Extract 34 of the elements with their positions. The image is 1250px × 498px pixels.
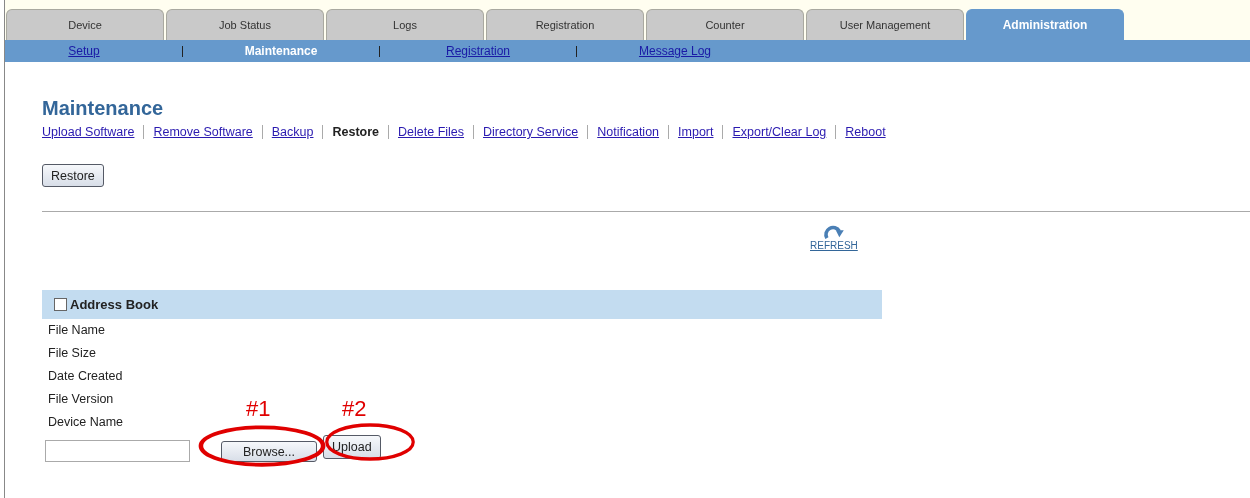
annotation-label: #1 <box>246 398 271 420</box>
field-label: File Version <box>48 391 114 408</box>
browse-button[interactable]: Browse... <box>221 441 317 462</box>
subnav-link[interactable]: Registration <box>398 44 558 58</box>
page-title: Maintenance <box>42 96 165 121</box>
refresh-link[interactable]: REFRESH <box>810 240 858 251</box>
section-link[interactable]: Import <box>678 125 714 139</box>
nav-tab[interactable]: Job Status <box>166 9 324 40</box>
section-link[interactable]: Backup <box>271 125 314 139</box>
nav-tab[interactable]: Device <box>6 9 164 40</box>
field-label: Device Name <box>48 414 124 431</box>
file-path-field[interactable] <box>45 440 190 462</box>
section-title: Address Book <box>70 297 159 312</box>
section-link[interactable]: Directory Service <box>483 125 579 139</box>
subnav-link[interactable]: Setup <box>5 44 164 58</box>
field-label: File Name <box>48 322 105 339</box>
restore-button[interactable]: Restore <box>42 164 104 187</box>
section-link[interactable]: Restore <box>332 125 380 139</box>
nav-tab[interactable]: User Management <box>806 9 964 40</box>
field-label: Date Created <box>48 368 123 385</box>
section-link[interactable]: Notification <box>597 125 660 139</box>
section-link[interactable]: Delete Files <box>398 125 465 139</box>
refresh-icon[interactable] <box>822 224 845 240</box>
annotation-label: #2 <box>342 398 367 420</box>
section-link[interactable]: Remove Software <box>153 125 253 139</box>
section-link[interactable]: Export/Clear Log <box>732 125 827 139</box>
nav-tab[interactable]: Registration <box>486 9 644 40</box>
subnav-link[interactable]: Message Log <box>595 44 755 58</box>
nav-tab[interactable]: Counter <box>646 9 804 40</box>
nav-tab[interactable]: Logs <box>326 9 484 40</box>
section-link[interactable]: Reboot <box>845 125 886 139</box>
section-link[interactable]: Upload Software <box>42 125 135 139</box>
field-label: File Size <box>48 345 96 362</box>
checkbox[interactable] <box>54 298 67 311</box>
